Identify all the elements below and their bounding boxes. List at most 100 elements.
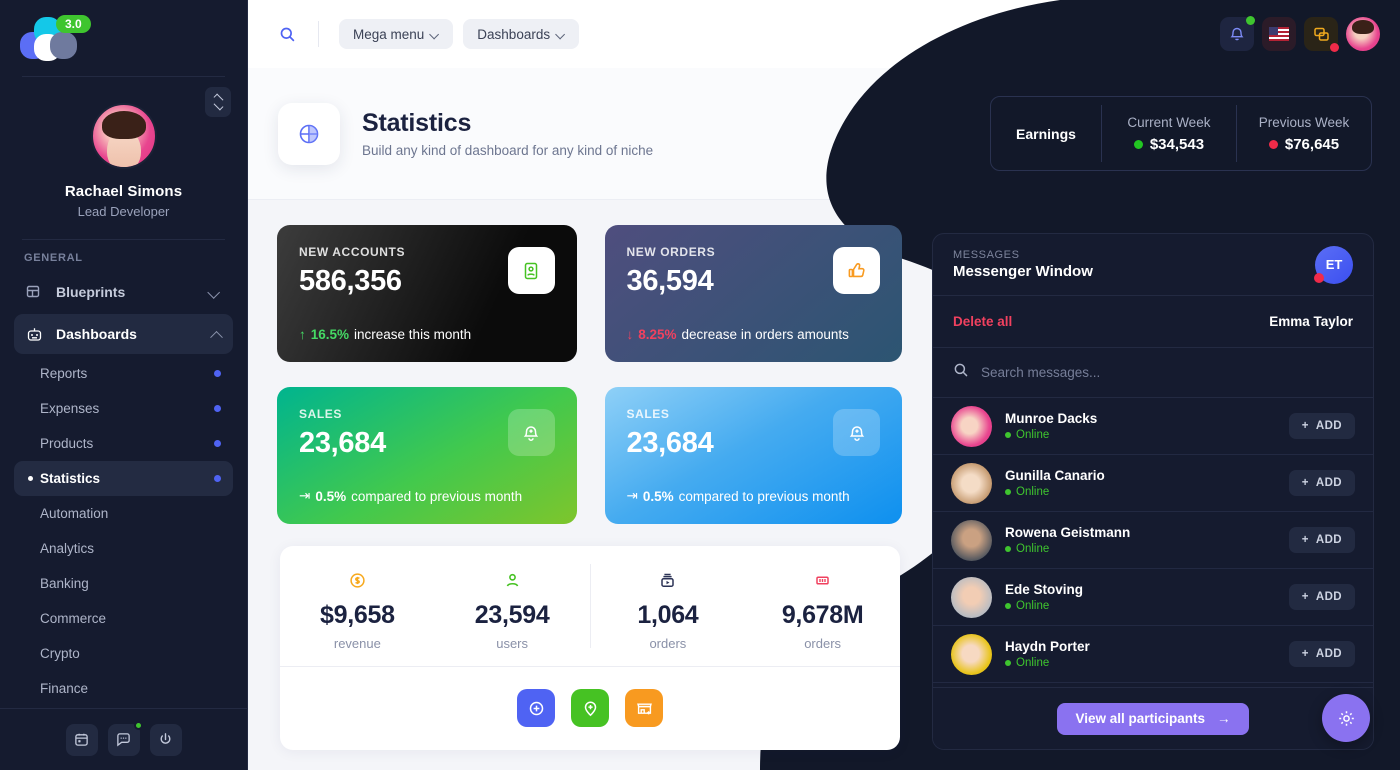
- list-item[interactable]: Haydn Porter Online + ADD: [933, 626, 1373, 683]
- user-icon: [503, 569, 522, 591]
- list-item[interactable]: Rowena Geistmann Online + ADD: [933, 512, 1373, 569]
- contact-status-label: Online: [1016, 657, 1050, 669]
- add-contact-button[interactable]: + ADD: [1288, 470, 1355, 496]
- topbar-right-icons: [1220, 16, 1380, 52]
- nav-section-title: GENERAL: [24, 252, 83, 264]
- add-contact-button[interactable]: + ADD: [1288, 413, 1355, 439]
- add-contact-button[interactable]: + ADD: [1288, 584, 1355, 610]
- sidebar-item-commerce[interactable]: Commerce: [14, 601, 233, 636]
- chat-button[interactable]: [107, 720, 143, 756]
- sidebar: 3.0 Rachael Simons Lead Developer GENERA…: [0, 0, 248, 770]
- sidebar-item-analytics[interactable]: Analytics: [14, 531, 233, 566]
- bell-plus-icon: [507, 409, 555, 456]
- bars-red-icon: [813, 569, 832, 591]
- status-dot-icon: [214, 370, 221, 377]
- earnings-current-week: Current Week $34,543: [1102, 97, 1236, 170]
- version-badge: 3.0: [56, 15, 91, 33]
- delete-all-button[interactable]: Delete all: [953, 314, 1269, 329]
- card-footer: ↓ 8.25% decrease in orders amounts: [627, 327, 849, 342]
- add-location-button[interactable]: [571, 689, 609, 727]
- messages-button[interactable]: [1304, 17, 1339, 52]
- messenger-user-badge[interactable]: ET: [1314, 245, 1353, 284]
- sidebar-item-finance[interactable]: Finance: [14, 671, 233, 706]
- user-avatar[interactable]: [1346, 17, 1380, 51]
- earnings-current-value: $34,543: [1149, 135, 1205, 153]
- status-dot-icon: [1330, 43, 1339, 52]
- status-dot-icon: [1314, 272, 1324, 283]
- contact-status: Online: [1005, 429, 1289, 441]
- card-foot-text: compared to previous month: [351, 488, 523, 504]
- card-footer: ↑ 16.5% increase this month: [299, 327, 471, 342]
- list-item[interactable]: Munroe Dacks Online + ADD: [933, 398, 1373, 455]
- stat-card-sales-green[interactable]: SALES 23,684 ⇥ 0.5% compared to previous…: [277, 387, 577, 524]
- badge-initials: ET: [1325, 257, 1343, 272]
- kpi-revenue: $9,658 revenue: [280, 546, 435, 666]
- sidebar-item-label: Products: [40, 436, 94, 451]
- sidebar-item-dashboards[interactable]: Dashboards: [14, 314, 233, 354]
- plus-icon: +: [1301, 477, 1309, 489]
- sidebar-nav: GENERAL Blueprints Dashboards Reports Ex…: [0, 240, 247, 708]
- mega-menu-button[interactable]: Mega menu: [339, 19, 454, 49]
- search-input[interactable]: [981, 365, 1353, 380]
- messenger-header: MESSAGES Messenger Window ET: [933, 234, 1373, 296]
- sidebar-item-products[interactable]: Products: [14, 426, 233, 461]
- add-label: ADD: [1315, 648, 1342, 660]
- plus-icon: +: [1301, 420, 1309, 432]
- contact-name: Rowena Geistmann: [1005, 525, 1131, 540]
- sidebar-item-crypto[interactable]: Crypto: [14, 636, 233, 671]
- dashboards-menu-button[interactable]: Dashboards: [463, 19, 580, 49]
- earnings-previous-label: Previous Week: [1258, 114, 1350, 130]
- add-contact-button[interactable]: + ADD: [1288, 527, 1355, 553]
- messenger-search: [933, 348, 1373, 398]
- card-foot-text: decrease in orders amounts: [681, 327, 849, 342]
- sidebar-item-automation[interactable]: Automation: [14, 496, 233, 531]
- status-dot-icon: [133, 720, 143, 730]
- dashboards-menu-label: Dashboards: [477, 26, 551, 42]
- sidebar-item-blueprints[interactable]: Blueprints: [14, 272, 233, 312]
- language-button[interactable]: [1262, 17, 1296, 51]
- notifications-button[interactable]: [1220, 16, 1255, 51]
- list-item[interactable]: Ede Stoving Online + ADD: [933, 569, 1373, 626]
- sidebar-item-expenses[interactable]: Expenses: [14, 391, 233, 426]
- avatar[interactable]: [90, 103, 157, 169]
- status-dot-icon: [214, 475, 221, 482]
- card-delta: 8.25%: [638, 327, 677, 342]
- profile-switch-button[interactable]: [205, 87, 231, 117]
- trend-up-icon: ↑: [299, 327, 306, 342]
- plus-icon: +: [1301, 591, 1309, 603]
- calendar-button[interactable]: [65, 723, 98, 756]
- stat-card-new-orders[interactable]: NEW ORDERS 36,594 ↓ 8.25% decrease in or…: [604, 225, 902, 362]
- logo[interactable]: 3.0: [0, 0, 247, 74]
- add-button[interactable]: [517, 689, 555, 727]
- sidebar-item-statistics[interactable]: Statistics: [14, 461, 233, 496]
- status-dot-icon: [1005, 603, 1011, 609]
- add-store-button[interactable]: [625, 689, 663, 727]
- sidebar-item-banking[interactable]: Banking: [14, 566, 233, 601]
- sidebar-item-reports[interactable]: Reports: [14, 356, 233, 391]
- stat-card-sales-blue[interactable]: SALES 23,684 ⇥ 0.5% compared to previous…: [604, 387, 902, 524]
- messenger-current-user: Emma Taylor: [1269, 314, 1353, 329]
- sidebar-item-label: Statistics: [40, 471, 101, 486]
- list-item[interactable]: Gunilla Canario Online + ADD: [933, 455, 1373, 512]
- stat-card-new-accounts[interactable]: NEW ACCOUNTS 586,356 ↑ 16.5% increase th…: [277, 225, 577, 362]
- add-contact-button[interactable]: + ADD: [1288, 641, 1355, 667]
- dashboard-app: 3.0 Rachael Simons Lead Developer GENERA…: [0, 0, 1400, 770]
- kpi-users: 23,594 users: [435, 546, 590, 666]
- add-label: ADD: [1315, 477, 1342, 489]
- view-all-participants-button[interactable]: View all participants →: [1057, 702, 1249, 735]
- status-dot-icon: [1005, 489, 1011, 495]
- settings-fab-button[interactable]: [1322, 694, 1370, 742]
- card-delta: 16.5%: [310, 327, 350, 342]
- sidebar-item-label: Commerce: [40, 611, 107, 626]
- trend-down-icon: ↓: [626, 327, 634, 342]
- contact-status-label: Online: [1016, 429, 1050, 441]
- plus-icon: +: [1301, 648, 1309, 660]
- kpi-panel: $9,658 revenue 23,594 users 1,064 orders…: [280, 546, 900, 750]
- power-button[interactable]: [149, 723, 182, 756]
- earnings-previous-value: $76,645: [1284, 135, 1340, 153]
- contact-name: Haydn Porter: [1005, 639, 1090, 654]
- coin-dollar-icon: [348, 569, 367, 591]
- kpi-caption: orders: [649, 636, 687, 651]
- earnings-title: Earnings: [1016, 125, 1076, 142]
- search-icon[interactable]: [276, 23, 298, 45]
